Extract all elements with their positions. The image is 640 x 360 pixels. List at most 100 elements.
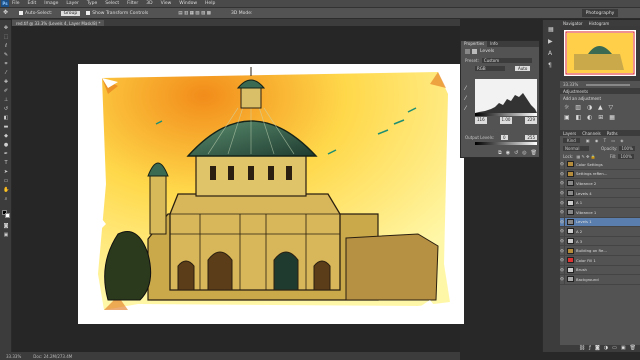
visibility-eye-icon[interactable]: 👁 xyxy=(560,179,565,188)
fill-field[interactable]: 100% xyxy=(618,153,634,159)
menu-filter[interactable]: Filter xyxy=(127,1,138,6)
mask-icon[interactable]: ◙ xyxy=(595,345,600,352)
screen-mode-icon[interactable]: ▣ xyxy=(3,233,9,238)
layer-row[interactable]: 👁 Levels 1 xyxy=(560,217,640,228)
adjustment-icons-row1[interactable]: ☼ ▥ ◑ ▲ ▽ xyxy=(564,104,615,111)
paragraph-icon[interactable]: ¶ xyxy=(548,62,552,69)
menu-window[interactable]: Window xyxy=(179,1,197,6)
tab-histogram[interactable]: Histogram xyxy=(589,21,610,26)
zoom-icon[interactable]: ⌕ xyxy=(3,197,9,202)
tab-info[interactable]: Info xyxy=(487,41,501,47)
menu-type[interactable]: Type xyxy=(87,1,97,6)
checkbox-icon[interactable] xyxy=(19,11,23,15)
layer-row[interactable]: 👁 A 2 xyxy=(560,227,640,237)
auto-button[interactable]: Auto xyxy=(515,65,531,71)
character-icon[interactable]: A xyxy=(548,50,552,57)
eyedropper-gray-icon[interactable]: ⁄ xyxy=(465,95,471,102)
menu-help[interactable]: Help xyxy=(205,1,215,6)
move-icon[interactable]: ✥ xyxy=(3,26,9,31)
shape-icon[interactable]: ▭ xyxy=(3,179,9,184)
history-icon[interactable]: ▦ xyxy=(548,26,554,33)
adjustment-icons-row2[interactable]: ▣ ◧ ◐ ⊞ ▦ xyxy=(564,114,617,121)
checkbox-icon[interactable] xyxy=(86,11,91,15)
tab-properties[interactable]: Properties xyxy=(461,41,488,47)
autoselect-checkbox[interactable]: Auto-Select: xyxy=(19,11,53,16)
blend-mode-dropdown[interactable]: Normal xyxy=(563,145,589,151)
blur-icon[interactable]: ◆ xyxy=(3,134,9,139)
link-icon[interactable]: ⛓ xyxy=(579,345,585,352)
layer-row[interactable]: 👁 Settings reRen... xyxy=(560,169,640,180)
input-gradient-bar[interactable] xyxy=(475,113,537,116)
heal-icon[interactable]: ✚ xyxy=(3,80,9,85)
status-zoom[interactable]: 33.33% xyxy=(6,354,21,359)
output-gradient-bar[interactable] xyxy=(475,142,537,145)
input-gamma-field[interactable]: 1.00 xyxy=(499,117,513,124)
tab-layers[interactable]: Layers xyxy=(563,131,576,136)
visibility-eye-icon[interactable]: 👁 xyxy=(560,275,565,284)
layer-row[interactable]: 👁 Color Fill 1 xyxy=(560,255,640,266)
marquee-icon[interactable]: ⬚ xyxy=(3,35,9,40)
eyedropper-icon[interactable]: ⁄ xyxy=(3,71,9,76)
eyedropper-black-icon[interactable]: ⁄ xyxy=(465,85,471,92)
visibility-eye-icon[interactable]: 👁 xyxy=(560,227,565,236)
output-black-field[interactable]: 0 xyxy=(501,135,508,140)
channel-dropdown[interactable]: RGB xyxy=(475,65,505,71)
visibility-eye-icon[interactable]: 👁 xyxy=(560,207,565,217)
layer-row[interactable]: 👁 Building on Re... xyxy=(560,246,640,256)
autoselect-dropdown[interactable]: Group xyxy=(60,10,81,16)
kind-filter-dropdown[interactable]: Kind xyxy=(563,137,580,143)
layer-row[interactable]: 👁 A 1 xyxy=(560,198,640,208)
visibility-eye-icon[interactable]: 👁 xyxy=(560,265,565,275)
hand-icon[interactable]: ✋ xyxy=(3,188,9,193)
background-color-swatch[interactable] xyxy=(5,213,10,218)
menu-image[interactable]: Image xyxy=(44,1,58,6)
menu-file[interactable]: File xyxy=(12,1,20,6)
path-select-icon[interactable]: ➤ xyxy=(3,170,9,175)
visibility-eye-icon[interactable]: 👁 xyxy=(560,236,565,246)
menu-view[interactable]: View xyxy=(161,1,172,6)
layer-row[interactable]: 👁 A 3 xyxy=(560,236,640,247)
stamp-icon[interactable]: ⊥ xyxy=(3,98,9,103)
layer-row[interactable]: 👁 Background xyxy=(560,275,640,285)
brush-icon[interactable]: ✐ xyxy=(3,89,9,94)
fx-icon[interactable]: ƒ xyxy=(589,345,591,352)
history-brush-icon[interactable]: ↺ xyxy=(3,107,9,112)
delete-layer-icon[interactable]: 🗑 xyxy=(630,345,636,352)
layer-row[interactable]: 👁 Vibrance 1 xyxy=(560,207,640,218)
navigator-body[interactable] xyxy=(560,26,640,81)
align-icons[interactable]: ▤ ▥ ▦ ▧ ▨ ▩ xyxy=(178,11,211,16)
quick-select-icon[interactable]: ✎ xyxy=(3,53,9,58)
new-layer-icon[interactable]: ▣ xyxy=(621,345,626,352)
tab-paths[interactable]: Paths xyxy=(607,131,618,136)
gradient-icon[interactable]: ▬ xyxy=(3,125,9,130)
input-black-field[interactable]: 116 xyxy=(475,117,487,124)
dodge-icon[interactable]: ● xyxy=(3,143,9,148)
reset-icon[interactable]: ↺ xyxy=(514,150,518,157)
visibility-eye-icon[interactable]: 👁 xyxy=(560,198,565,207)
view-previous-icon[interactable]: ◉ xyxy=(506,150,510,157)
navigator-zoom[interactable]: 33.33% xyxy=(563,82,578,87)
menu-select[interactable]: Select xyxy=(105,1,119,6)
eyedropper-white-icon[interactable]: ⁄ xyxy=(465,105,471,112)
navigator-zoom-slider[interactable] xyxy=(586,83,631,86)
crop-icon[interactable]: ⌗ xyxy=(3,62,9,67)
lock-icons[interactable]: ▦ ✎ ✥ 🔒 xyxy=(576,154,595,159)
filter-icons[interactable]: ▣ ◉ T ▭ ◈ xyxy=(586,138,626,143)
visibility-eye-icon[interactable]: 👁 xyxy=(560,169,565,179)
visibility-eye-icon[interactable]: 👁 xyxy=(560,217,565,227)
actions-icon[interactable]: ▶ xyxy=(548,38,553,45)
preset-dropdown[interactable]: Custom xyxy=(481,57,532,63)
type-icon[interactable]: T xyxy=(3,161,9,166)
menu-edit[interactable]: Edit xyxy=(28,1,37,6)
pen-icon[interactable]: ✒ xyxy=(3,152,9,157)
menu-3d[interactable]: 3D xyxy=(146,1,152,6)
visibility-icon[interactable]: ◎ xyxy=(522,150,526,157)
layer-row[interactable]: 👁 Brush xyxy=(560,265,640,276)
opacity-field[interactable]: 100% xyxy=(619,145,635,151)
tab-channels[interactable]: Channels xyxy=(582,131,601,136)
layer-row[interactable]: 👁 Vibrance 2 xyxy=(560,179,640,189)
layer-row[interactable]: 👁 Levels 4 xyxy=(560,188,640,199)
adjustment-layer-icon[interactable]: ◑ xyxy=(604,345,608,352)
quick-mask-icon[interactable]: ◙ xyxy=(3,224,9,229)
layer-mask-icon[interactable] xyxy=(472,49,477,54)
